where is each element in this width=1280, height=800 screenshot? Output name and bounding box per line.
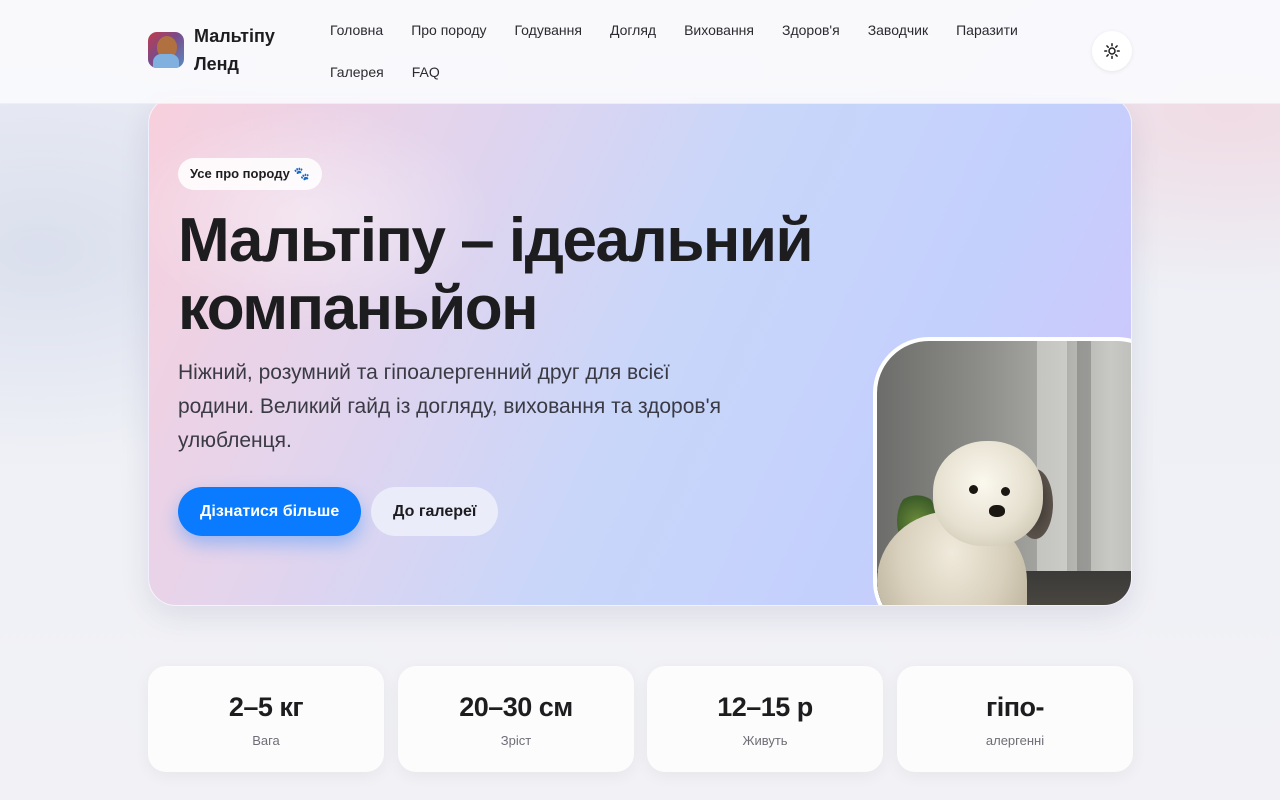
stat-card-lifespan: 12–15 р Живуть bbox=[647, 666, 883, 772]
stat-card-hypoallergenic: гіпо- алергенні bbox=[897, 666, 1133, 772]
theme-toggle-button[interactable] bbox=[1092, 31, 1132, 71]
nav-item-breeder[interactable]: Заводчик bbox=[854, 9, 942, 51]
hero-dog-photo bbox=[873, 337, 1131, 605]
stat-label: алергенні bbox=[985, 733, 1045, 748]
stat-label: Зріст bbox=[500, 733, 532, 748]
brand-logo bbox=[148, 32, 184, 68]
nav-item-training[interactable]: Виховання bbox=[670, 9, 768, 51]
stat-value: гіпо- bbox=[985, 692, 1045, 722]
nav-item-health[interactable]: Здоров'я bbox=[768, 9, 854, 51]
hero-title: Мальтіпу – ідеальний компаньйон bbox=[178, 206, 814, 343]
hero-badge: Усе про породу 🐾 bbox=[178, 158, 322, 190]
brand-name: Мальтіпу Ленд bbox=[194, 26, 275, 74]
learn-more-button[interactable]: Дізнатися більше bbox=[178, 487, 362, 536]
main-nav: Головна Про породу Годування Догляд Вихо… bbox=[316, 9, 1046, 93]
stat-card-height: 20–30 см Зріст bbox=[398, 666, 634, 772]
stat-card-weight: 2–5 кг Вага bbox=[148, 666, 384, 772]
stat-label: Вага bbox=[252, 733, 280, 748]
nav-item-parasites[interactable]: Паразити bbox=[942, 9, 1032, 51]
hero-card: Усе про породу 🐾 Мальтіпу – ідеальний ко… bbox=[148, 96, 1132, 606]
nav-item-faq[interactable]: FAQ bbox=[398, 51, 454, 93]
stat-label: Живуть bbox=[742, 733, 788, 748]
nav-item-gallery[interactable]: Галерея bbox=[316, 51, 398, 93]
sun-icon bbox=[1104, 43, 1120, 59]
stat-value: 20–30 см bbox=[459, 692, 573, 722]
gallery-button[interactable]: До галереї bbox=[371, 487, 499, 536]
stat-value: 12–15 р bbox=[717, 692, 813, 722]
brand-link[interactable]: Мальтіпу Ленд bbox=[148, 22, 284, 78]
nav-item-home[interactable]: Головна bbox=[316, 9, 397, 51]
nav-item-care[interactable]: Догляд bbox=[596, 9, 670, 51]
nav-item-feeding[interactable]: Годування bbox=[501, 9, 596, 51]
nav-item-breed[interactable]: Про породу bbox=[397, 9, 500, 51]
hero-subtitle: Ніжний, розумний та гіпоалергенний друг … bbox=[178, 361, 721, 452]
stat-value: 2–5 кг bbox=[228, 692, 304, 722]
site-header: Мальтіпу Ленд Головна Про породу Годуван… bbox=[0, 0, 1280, 104]
stats-row: 2–5 кг Вага 20–30 см Зріст 12–15 р Живут… bbox=[148, 666, 1133, 772]
